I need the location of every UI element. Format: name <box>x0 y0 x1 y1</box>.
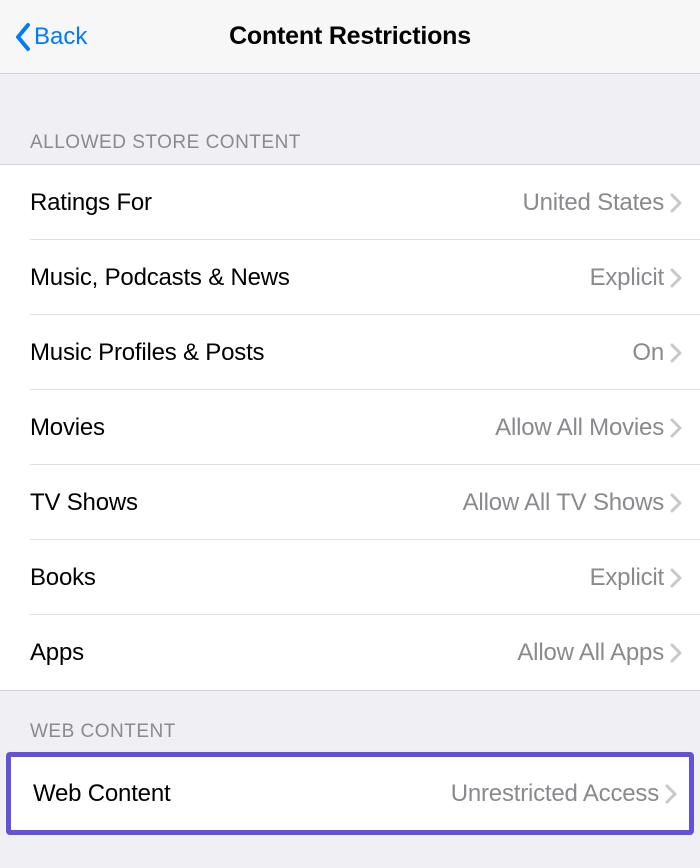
row-label: Books <box>30 564 96 592</box>
row-value: Allow All TV Shows <box>463 489 670 517</box>
row-value: On <box>632 339 670 367</box>
row-value: Explicit <box>590 564 670 592</box>
row-ratings-for[interactable]: Ratings For United States <box>0 165 700 240</box>
row-music-profiles-posts[interactable]: Music Profiles & Posts On <box>0 315 700 390</box>
row-value: Unrestricted Access <box>451 780 665 808</box>
row-label: Ratings For <box>30 189 152 217</box>
chevron-right-icon <box>670 568 682 588</box>
row-value: Explicit <box>590 264 670 292</box>
chevron-right-icon <box>670 193 682 213</box>
chevron-right-icon <box>670 268 682 288</box>
section-header-store: ALLOWED STORE CONTENT <box>0 74 700 164</box>
row-label: Music, Podcasts & News <box>30 264 290 292</box>
row-label: Movies <box>30 414 105 442</box>
row-label: Web Content <box>33 780 170 808</box>
row-movies[interactable]: Movies Allow All Movies <box>0 390 700 465</box>
page-title: Content Restrictions <box>229 22 471 51</box>
chevron-right-icon <box>665 784 677 804</box>
row-apps[interactable]: Apps Allow All Apps <box>0 615 700 690</box>
navbar: Back Content Restrictions <box>0 0 700 74</box>
back-button[interactable]: Back <box>14 22 87 52</box>
section-header-web: WEB CONTENT <box>0 691 700 753</box>
row-label: Music Profiles & Posts <box>30 339 264 367</box>
highlight-box: Web Content Unrestricted Access <box>6 752 694 835</box>
chevron-right-icon <box>670 418 682 438</box>
back-button-label: Back <box>34 23 87 51</box>
chevron-right-icon <box>670 343 682 363</box>
chevron-left-icon <box>14 22 32 52</box>
row-tv-shows[interactable]: TV Shows Allow All TV Shows <box>0 465 700 540</box>
list-group-web: Web Content Unrestricted Access <box>11 757 689 830</box>
row-books[interactable]: Books Explicit <box>0 540 700 615</box>
row-music-podcasts-news[interactable]: Music, Podcasts & News Explicit <box>0 240 700 315</box>
row-label: Apps <box>30 639 84 667</box>
row-web-content[interactable]: Web Content Unrestricted Access <box>11 757 689 830</box>
chevron-right-icon <box>670 493 682 513</box>
row-value: Allow All Movies <box>495 414 670 442</box>
row-value: United States <box>523 189 670 217</box>
list-group-store: Ratings For United States Music, Podcast… <box>0 164 700 691</box>
row-value: Allow All Apps <box>517 639 670 667</box>
chevron-right-icon <box>670 643 682 663</box>
row-label: TV Shows <box>30 489 138 517</box>
